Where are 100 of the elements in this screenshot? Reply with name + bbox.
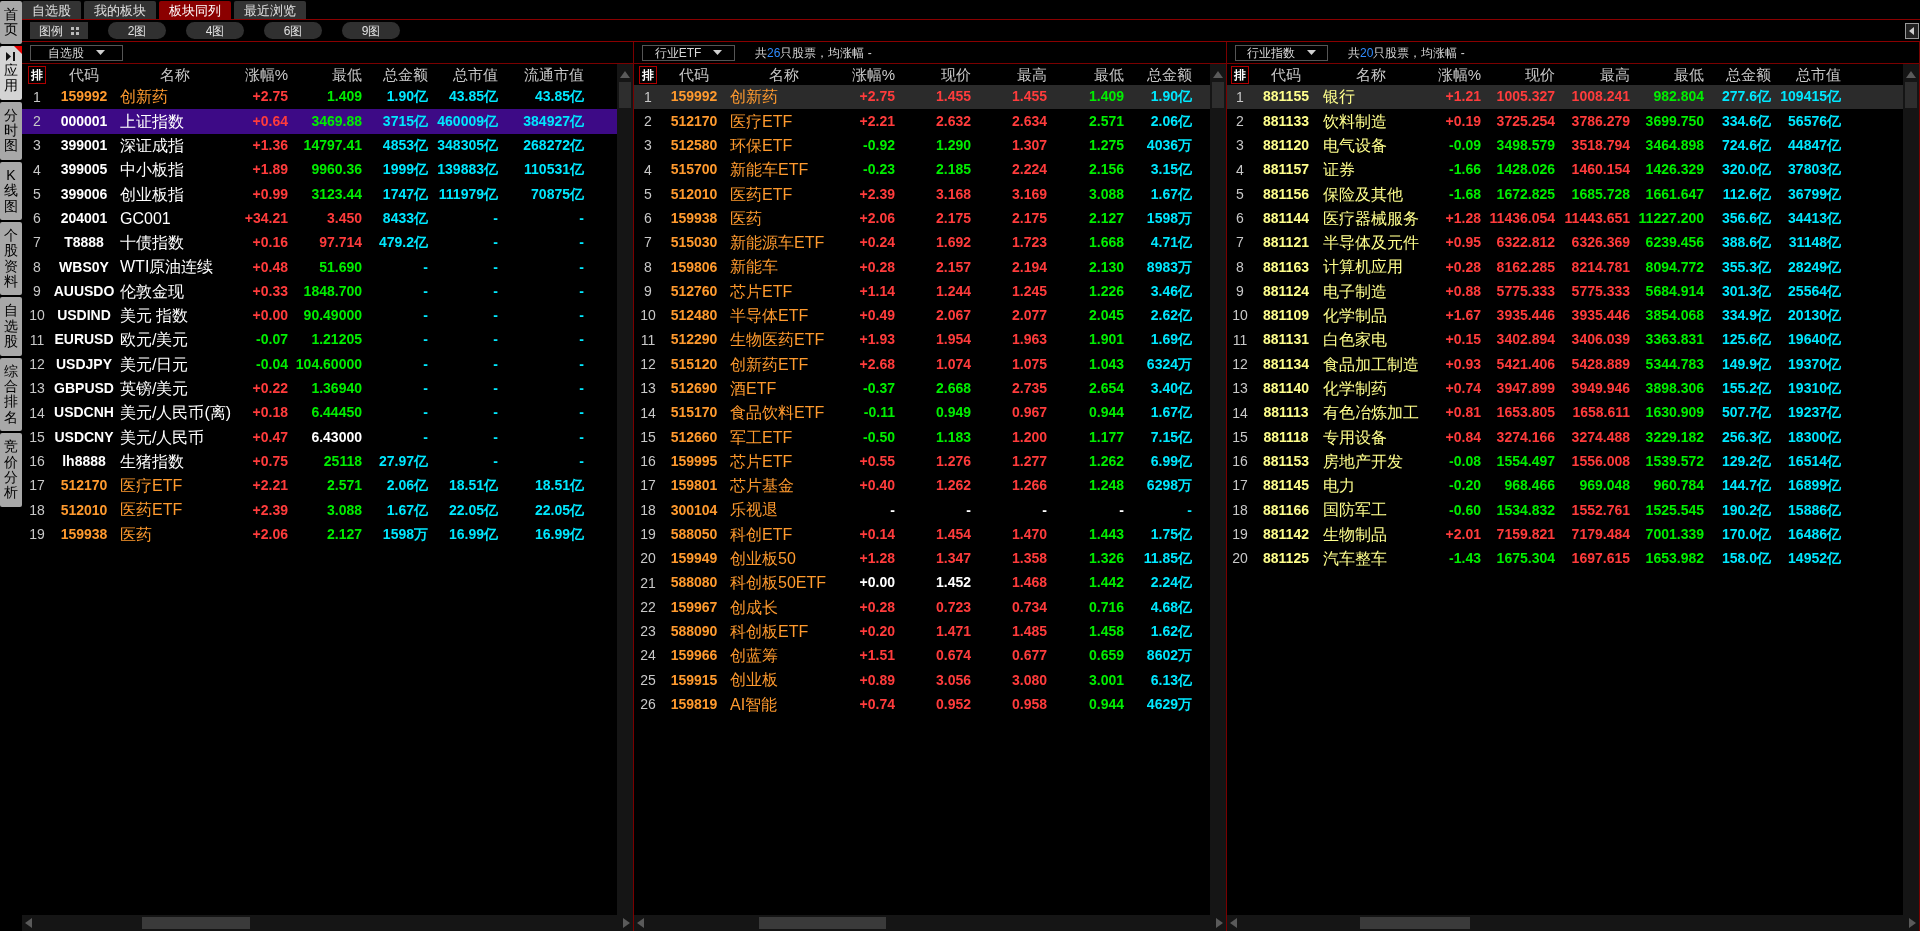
horizontal-scrollbar[interactable] bbox=[1227, 915, 1919, 931]
scrollbar-thumb[interactable] bbox=[619, 82, 631, 108]
column-header[interactable]: 名称 bbox=[726, 64, 842, 87]
table-cell: 1.245 bbox=[1011, 283, 1047, 300]
layout-button[interactable]: 4图 bbox=[186, 22, 244, 39]
row-number: 4 bbox=[32, 160, 42, 180]
table-cell: 320.0亿 bbox=[1721, 162, 1771, 178]
column-header[interactable]: 最低 bbox=[288, 64, 362, 87]
table-cell: 97.714 bbox=[319, 235, 362, 251]
layout-button[interactable]: 2图 bbox=[108, 22, 166, 39]
column-header[interactable]: 代码 bbox=[1253, 64, 1319, 87]
column-header[interactable]: 总市值 bbox=[428, 64, 498, 87]
table-cell: 芯片ETF bbox=[730, 452, 793, 471]
play-pause-icon bbox=[6, 51, 16, 61]
table-cell: 科创ETF bbox=[730, 525, 793, 544]
layout-button[interactable]: 9图 bbox=[342, 22, 400, 39]
vertical-scrollbar[interactable] bbox=[617, 64, 633, 915]
scrollbar-thumb[interactable] bbox=[1212, 82, 1224, 108]
dropdown[interactable]: 行业指数 bbox=[1235, 44, 1328, 61]
column-header[interactable]: 代码 bbox=[662, 64, 726, 87]
column-header[interactable]: 代码 bbox=[52, 64, 116, 87]
sidebar-tab[interactable]: 竞价分析 bbox=[0, 433, 22, 507]
selected-row-highlight[interactable] bbox=[634, 85, 1210, 110]
row-number: 6 bbox=[32, 209, 42, 229]
table-cell: 专用设备 bbox=[1323, 428, 1387, 447]
table-cell: +2.21 bbox=[859, 113, 895, 130]
vertical-scrollbar[interactable] bbox=[1903, 64, 1919, 915]
scrollbar-thumb[interactable] bbox=[142, 917, 250, 929]
table-cell: 2.06亿 bbox=[1150, 113, 1192, 130]
table-cell: +0.24 bbox=[859, 235, 895, 251]
table-cell: 18.51亿 bbox=[448, 478, 498, 494]
scroll-right-icon[interactable] bbox=[1216, 918, 1223, 928]
sort-button[interactable]: 排 bbox=[639, 66, 657, 85]
column-header[interactable]: 总金额 bbox=[1704, 64, 1771, 87]
sidebar-tab[interactable]: 首页 bbox=[0, 1, 22, 44]
sidebar-tab[interactable]: K线图 bbox=[0, 161, 22, 220]
layout-button[interactable]: 6图 bbox=[264, 22, 322, 39]
row-number: 19 bbox=[639, 525, 657, 544]
scrollbar-thumb[interactable] bbox=[759, 917, 886, 929]
column-header[interactable]: 最低 bbox=[1047, 64, 1124, 87]
sidebar-tab[interactable]: 分时图 bbox=[0, 101, 22, 160]
scroll-right-icon[interactable] bbox=[1909, 918, 1916, 928]
table-cell: 881131 bbox=[1263, 332, 1309, 348]
table-cell: 1.266 bbox=[1011, 478, 1047, 494]
table-cell: 8214.781 bbox=[1571, 259, 1630, 275]
row-number: 2 bbox=[643, 111, 653, 131]
sidebar-tab[interactable]: 综合排名 bbox=[0, 357, 22, 432]
column-header[interactable]: 总金额 bbox=[362, 64, 428, 87]
table-cell: 1.692 bbox=[935, 235, 971, 251]
table-cell: 19237亿 bbox=[1788, 405, 1841, 421]
scroll-right-icon[interactable] bbox=[623, 918, 630, 928]
top-tab[interactable]: 我的板块 bbox=[84, 1, 156, 19]
table-cell: 25118 bbox=[323, 453, 362, 470]
scroll-left-icon[interactable] bbox=[1230, 918, 1237, 928]
table-cell: +0.84 bbox=[1445, 429, 1481, 445]
top-tab[interactable]: 最近浏览 bbox=[234, 1, 306, 19]
table-cell: 1.471 bbox=[935, 624, 971, 640]
window-toggle-icon[interactable] bbox=[1905, 22, 1919, 39]
selected-row-highlight[interactable] bbox=[1227, 85, 1903, 110]
column-header[interactable]: 涨幅% bbox=[842, 64, 895, 87]
column-header[interactable]: 总市值 bbox=[1771, 64, 1841, 87]
table-cell: 美元 指数 bbox=[120, 307, 189, 325]
column-header[interactable]: 涨幅% bbox=[234, 64, 288, 87]
column-header[interactable]: 现价 bbox=[895, 64, 971, 87]
sidebar-tab[interactable]: 自选股 bbox=[0, 297, 22, 356]
vertical-scrollbar[interactable] bbox=[1210, 64, 1226, 915]
top-tab[interactable]: 板块同列 bbox=[159, 1, 231, 19]
scroll-up-icon[interactable] bbox=[620, 70, 630, 78]
column-header[interactable]: 流通市值 bbox=[498, 64, 584, 87]
horizontal-scrollbar[interactable] bbox=[22, 915, 633, 931]
column-header[interactable]: 现价 bbox=[1481, 64, 1555, 87]
table-cell: 388.6亿 bbox=[1721, 235, 1771, 251]
scroll-left-icon[interactable] bbox=[637, 918, 644, 928]
horizontal-scrollbar[interactable] bbox=[634, 915, 1226, 931]
scroll-up-icon[interactable] bbox=[1213, 70, 1223, 78]
scroll-up-icon[interactable] bbox=[1906, 70, 1916, 78]
dropdown[interactable]: 行业ETF bbox=[642, 44, 735, 61]
scrollbar-thumb[interactable] bbox=[1905, 82, 1917, 108]
column-header[interactable]: 名称 bbox=[1319, 64, 1422, 87]
scrollbar-thumb[interactable] bbox=[1360, 917, 1470, 929]
column-header[interactable]: 涨幅% bbox=[1422, 64, 1481, 87]
table-cell: 16.99亿 bbox=[448, 526, 498, 543]
column-header[interactable]: 名称 bbox=[116, 64, 234, 87]
column-header[interactable]: 总金额 bbox=[1124, 64, 1192, 87]
sidebar-tab[interactable]: 个股资料 bbox=[0, 221, 22, 296]
sort-button[interactable]: 排 bbox=[1231, 66, 1249, 85]
table-cell: 159995 bbox=[670, 453, 718, 470]
column-header[interactable]: 最高 bbox=[971, 64, 1047, 87]
dropdown[interactable]: 自选股 bbox=[30, 44, 123, 61]
top-tab[interactable]: 自选股 bbox=[22, 1, 81, 19]
table-cell: 6239.456 bbox=[1645, 235, 1704, 251]
selected-row-highlight[interactable] bbox=[22, 109, 617, 134]
column-header[interactable]: 最低 bbox=[1630, 64, 1704, 87]
column-header[interactable]: 最高 bbox=[1555, 64, 1630, 87]
sidebar-tab[interactable]: 应用 bbox=[0, 45, 22, 100]
row-number: 4 bbox=[1235, 160, 1245, 180]
sort-button[interactable]: 排 bbox=[28, 66, 46, 85]
table-cell: 399005 bbox=[60, 162, 108, 178]
scroll-left-icon[interactable] bbox=[25, 918, 32, 928]
legend-button[interactable]: 图例 bbox=[30, 22, 88, 39]
